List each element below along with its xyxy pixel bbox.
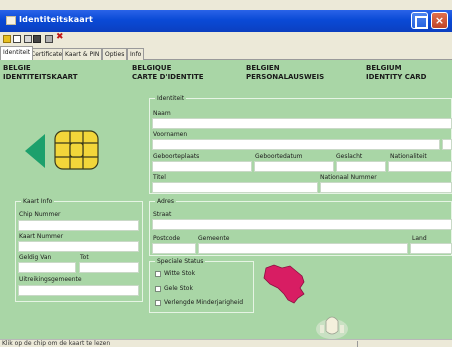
white-cane-label: Witte Stok — [164, 270, 196, 277]
delete-icon[interactable]: ✖ — [56, 33, 64, 42]
birthplace-label: Geboorteplaats — [153, 153, 200, 160]
id-card-icon — [6, 16, 16, 25]
national-number-field[interactable] — [320, 182, 452, 193]
card-number-field[interactable] — [18, 241, 139, 252]
chip-number-label: Chip Nummer — [19, 211, 61, 218]
gender-label: Geslacht — [336, 153, 363, 160]
address-legend: Adres — [155, 198, 176, 205]
header-card-nl: IDENTITEITSKAART — [3, 73, 78, 81]
print-icon[interactable] — [45, 35, 53, 43]
country-label: Land — [412, 235, 427, 242]
tab-bar: Identiteit Certificaten Kaart & PIN Opti… — [0, 46, 452, 60]
tab-identiteit[interactable]: Identiteit — [0, 46, 34, 60]
postcode-label: Postcode — [153, 235, 181, 242]
coat-of-arms-icon — [316, 316, 348, 339]
firstnames-field[interactable] — [152, 139, 440, 150]
white-cane-checkbox[interactable] — [155, 271, 161, 277]
valid-from-field[interactable] — [18, 262, 76, 273]
nationality-field[interactable] — [388, 161, 452, 172]
identity-legend: Identiteit — [155, 95, 187, 102]
tab-kaart-pin[interactable]: Kaart & PIN — [62, 48, 103, 60]
header-country-nl: BELGIE — [3, 64, 31, 72]
issuing-municipality-label: Uitreikingsgemeente — [19, 276, 82, 283]
municipality-field[interactable] — [198, 243, 408, 254]
issuing-municipality-field[interactable] — [18, 285, 139, 296]
initial-field[interactable] — [442, 139, 452, 150]
postcode-field[interactable] — [152, 243, 196, 254]
header-country-de: BELGIEN — [246, 64, 280, 72]
yellow-cane-checkbox[interactable] — [155, 286, 161, 292]
name-label: Naam — [153, 110, 171, 117]
header-card-fr: CARTE D'IDENTITE — [132, 73, 204, 81]
card-info-legend: Kaart Info — [21, 198, 55, 205]
folder-icon[interactable] — [3, 35, 11, 43]
open-icon[interactable] — [24, 35, 32, 43]
smartcard-chip-icon[interactable] — [54, 130, 99, 170]
title-field[interactable] — [152, 182, 318, 193]
street-field[interactable] — [152, 219, 452, 230]
status-bar: Klik op de chip om de kaart te lezen — [0, 339, 452, 347]
app-window: Identiteitskaart × ✖ Identiteit Certific… — [0, 0, 452, 347]
name-field[interactable] — [152, 118, 452, 129]
firstnames-label: Voornamen — [153, 131, 188, 138]
title-label: Titel — [153, 174, 166, 181]
window-title: Identiteitskaart — [19, 15, 94, 24]
card-number-label: Kaart Nummer — [19, 233, 64, 240]
header-country-en: BELGIUM — [366, 64, 402, 72]
extended-minority-label: Verlengde Minderjarigheid — [164, 299, 244, 306]
nationality-label: Nationaliteit — [390, 153, 427, 160]
special-status-legend: Speciale Status — [155, 258, 206, 265]
status-text: Klik op de chip om de kaart te lezen — [2, 340, 111, 347]
national-number-label: Nationaal Nummer — [320, 174, 377, 181]
country-field[interactable] — [410, 243, 452, 254]
birthdate-label: Geboortedatum — [255, 153, 303, 160]
valid-to-label: Tot — [80, 254, 89, 261]
valid-to-field[interactable] — [79, 262, 139, 273]
extended-minority-checkbox[interactable] — [155, 300, 161, 306]
tab-opties[interactable]: Opties — [102, 48, 128, 60]
save-icon[interactable] — [33, 35, 41, 43]
chip-number-field[interactable] — [18, 220, 139, 231]
municipality-label: Gemeente — [198, 235, 230, 242]
valid-from-label: Geldig Van — [19, 254, 52, 261]
read-card-arrow-icon[interactable] — [25, 134, 45, 168]
belgium-map-icon — [263, 264, 305, 304]
header-card-de: PERSONALAUSWEIS — [246, 73, 325, 81]
street-label: Straat — [153, 211, 172, 218]
new-document-icon[interactable] — [13, 35, 21, 43]
header-card-en: IDENTITY CARD — [366, 73, 427, 81]
yellow-cane-label: Gele Stok — [164, 285, 193, 292]
restore-button[interactable] — [411, 12, 428, 29]
status-divider — [357, 341, 358, 347]
gender-field[interactable] — [336, 161, 386, 172]
toolbar: ✖ — [0, 32, 452, 46]
tab-info[interactable]: Info — [127, 48, 145, 60]
header-country-fr: BELGIQUE — [132, 64, 172, 72]
close-button[interactable]: × — [431, 12, 448, 29]
title-bar[interactable]: Identiteitskaart × — [0, 10, 452, 32]
birthplace-field[interactable] — [152, 161, 252, 172]
birthdate-field[interactable] — [254, 161, 334, 172]
